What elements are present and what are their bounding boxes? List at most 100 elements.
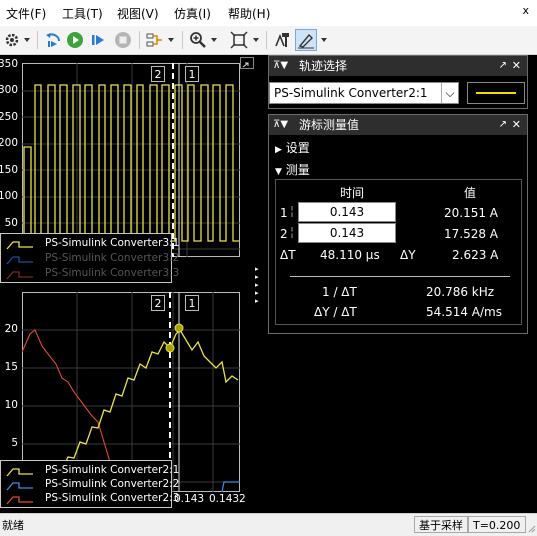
cursor-2-tag[interactable]: 2 xyxy=(151,66,165,82)
legend-swatch-icon xyxy=(6,496,33,505)
cursor-1-label: 1 xyxy=(280,206,288,220)
y-tick-label: 200 xyxy=(0,137,19,149)
column-header-value: 值 xyxy=(464,186,477,200)
cursor-1-time-input[interactable]: 0.143 xyxy=(298,202,396,222)
cursor-2-label: 2 xyxy=(280,227,288,241)
step-back-icon[interactable] xyxy=(44,29,62,51)
stop-icon[interactable] xyxy=(114,29,132,51)
cursor-2-value: 17.528 A xyxy=(444,227,499,241)
panel-title-bar: ⊼▼ 游标测量值 ↗ ✕ xyxy=(269,115,527,135)
signal-dropdown[interactable]: PS-Simulink Converter2:1 ⌵ xyxy=(269,82,459,104)
zoom-in-icon[interactable] xyxy=(189,29,207,51)
panel-title: 轨迹选择 xyxy=(299,59,348,73)
inverse-delta-t-value: 20.786 kHz xyxy=(426,285,495,299)
bottom-plot[interactable]: 20 15 10 5 2 1 0.143 0.1432 PS-Simulink … xyxy=(0,288,265,513)
undock-icon[interactable] xyxy=(240,57,254,69)
chevron-right-icon: ▶ xyxy=(275,145,282,155)
top-legend: PS-Simulink Converter3:1 PS-Simulink Con… xyxy=(0,233,179,283)
close-icon[interactable]: ✕ xyxy=(512,56,521,76)
legend-swatch-icon xyxy=(6,482,33,491)
delta-t-label: ΔT xyxy=(280,248,296,262)
panel-title-bar: ⊼▼ 轨迹选择 ↗ ✕ xyxy=(269,56,527,76)
trace-selection-panel: ⊼▼ 轨迹选择 ↗ ✕ PS-Simulink Converter2:1 ⌵ xyxy=(268,55,528,109)
line-color-swatch xyxy=(476,92,516,94)
menu-help[interactable]: 帮助(H) xyxy=(228,5,270,22)
measurements-table: 时间 值 1 ¦ 0.143 20.151 A 2 ¦ 0.143 17.528… xyxy=(275,179,522,325)
legend-swatch-icon xyxy=(6,271,33,280)
cursor-1-value: 20.151 A xyxy=(444,206,499,220)
line-style-preview[interactable] xyxy=(467,82,525,104)
cursor-measure-icon[interactable] xyxy=(295,29,317,51)
cursor-measurements-panel: ⊼▼ 游标测量值 ↗ ✕ ▶ 设置 ▼ 测量 时间 值 1 ¦ 0.143 20… xyxy=(268,114,528,334)
cursor-1-marker xyxy=(174,323,184,333)
top-plot-axes xyxy=(22,63,240,257)
cursor-2-marker xyxy=(165,343,175,353)
status-bar: 就绪 基于采样 T=0.200 xyxy=(0,513,537,536)
menu-view[interactable]: 视图(V) xyxy=(117,5,159,22)
menu-file[interactable]: 文件(F) xyxy=(6,5,46,22)
signal-select-icon[interactable] xyxy=(146,29,164,51)
y-tick-label: 5 xyxy=(11,437,18,449)
y-tick-label: 100 xyxy=(0,190,19,202)
pin-icon[interactable]: ⊼▼ xyxy=(273,56,288,76)
style-icon[interactable] xyxy=(273,29,291,51)
legend-swatch-icon xyxy=(6,256,33,265)
cursor-1-tag[interactable]: 1 xyxy=(185,66,199,82)
slope-value: 54.514 A/ms xyxy=(426,305,502,319)
resize-grip-icon[interactable] xyxy=(528,522,536,533)
top-plot[interactable]: 350 300 250 200 150 100 50 0 2 1 PS-Simu… xyxy=(0,55,265,283)
toolbar-divider xyxy=(37,31,38,49)
cursor-2-indicator: ¦ xyxy=(290,225,295,239)
y-tick-label: 15 xyxy=(4,361,18,373)
y-tick-label: 300 xyxy=(0,84,19,96)
y-tick-label: 50 xyxy=(4,217,18,229)
y-tick-label: 250 xyxy=(0,111,19,123)
chevron-down-icon[interactable] xyxy=(319,29,329,51)
toolbar-divider xyxy=(182,31,183,49)
bottom-legend: PS-Simulink Converter2:1 PS-Simulink Con… xyxy=(0,460,179,508)
measurements-section-header[interactable]: ▼ 测量 xyxy=(275,161,310,178)
y-tick-label: 10 xyxy=(4,399,18,411)
delta-y-value: 2.623 A xyxy=(452,248,499,262)
pin-icon[interactable]: ⊼▼ xyxy=(273,115,288,135)
menu-bar: 文件(F) 工具(T) 视图(V) 仿真(I) 帮助(H) x xyxy=(0,0,537,26)
chevron-down-icon[interactable] xyxy=(251,29,261,51)
slope-label: ΔY / ΔT xyxy=(314,305,357,319)
close-icon[interactable]: x xyxy=(522,4,529,17)
menu-simulation[interactable]: 仿真(I) xyxy=(174,5,211,22)
toolbar-divider xyxy=(266,31,267,49)
zoom-fit-icon[interactable] xyxy=(230,29,248,51)
divider xyxy=(290,276,510,277)
status-ready-text: 就绪 xyxy=(2,519,24,532)
y-tick-label: 350 xyxy=(0,58,19,70)
x-tick-label: 0.1432 xyxy=(209,493,246,505)
gear-icon[interactable] xyxy=(4,29,20,51)
chevron-down-icon[interactable]: ⌵ xyxy=(441,83,458,103)
settings-section-header[interactable]: ▶ 设置 xyxy=(275,139,310,156)
undock-icon[interactable]: ↗ xyxy=(499,56,507,76)
chevron-down-icon[interactable] xyxy=(209,29,219,51)
chevron-down-icon[interactable] xyxy=(166,29,176,51)
menu-tools[interactable]: 工具(T) xyxy=(62,5,103,22)
status-mode: 基于采样 xyxy=(414,516,468,533)
chevron-down-icon[interactable] xyxy=(22,29,32,51)
toolbar-divider xyxy=(139,31,140,49)
delta-y-label: ΔY xyxy=(400,248,416,262)
cursor-2-tag[interactable]: 2 xyxy=(151,295,165,311)
chevron-down-icon: ▼ xyxy=(275,167,282,177)
y-tick-label: 150 xyxy=(0,164,19,176)
inverse-delta-t-label: 1 / ΔT xyxy=(322,285,357,299)
delta-t-value: 48.110 µs xyxy=(320,248,380,262)
close-icon[interactable]: ✕ xyxy=(512,115,521,135)
legend-swatch-icon xyxy=(6,468,33,477)
cursor-2-time-input[interactable]: 0.143 xyxy=(298,223,396,243)
y-tick-label: 20 xyxy=(4,323,18,335)
legend-swatch-icon xyxy=(6,241,33,250)
panel-title: 游标测量值 xyxy=(299,118,360,132)
step-forward-icon[interactable] xyxy=(90,29,106,51)
cursor-1-tag[interactable]: 1 xyxy=(185,295,199,311)
run-icon[interactable] xyxy=(66,29,84,51)
undock-icon[interactable]: ↗ xyxy=(499,115,507,135)
column-header-time: 时间 xyxy=(340,186,365,200)
cursor-1-indicator: ¦ xyxy=(290,204,295,218)
